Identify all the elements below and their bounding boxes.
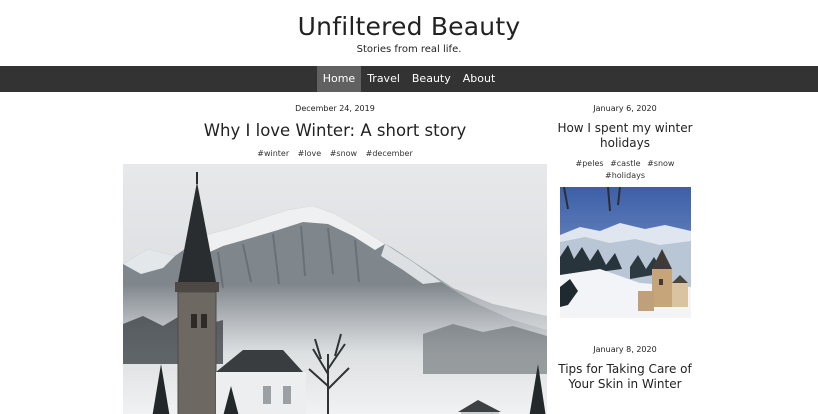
tag-love[interactable]: #love xyxy=(298,149,321,158)
nav-item-home[interactable]: Home xyxy=(316,66,362,92)
tag-peles[interactable]: #peles xyxy=(576,159,604,168)
tag-snow[interactable]: #snow xyxy=(330,149,357,158)
side-post: January 6, 2020 How I spent my winter ho… xyxy=(555,104,695,318)
main-navbar: Home Travel Beauty About xyxy=(0,66,818,92)
tag-winter[interactable]: #winter xyxy=(257,149,289,158)
tag-holidays[interactable]: #holidays xyxy=(605,171,645,180)
post-title[interactable]: Why I love Winter: A short story xyxy=(123,120,547,142)
main-post: December 24, 2019 Why I love Winter: A s… xyxy=(123,92,547,414)
side-post-title[interactable]: How I spent my winter holidays xyxy=(555,121,695,151)
site-header: Unfiltered Beauty Stories from real life… xyxy=(0,0,818,66)
side-post-tags: #peles #castle #snow #holidays xyxy=(555,158,695,182)
tag-snow[interactable]: #snow xyxy=(647,159,674,168)
snowy-castle-photo[interactable] xyxy=(559,187,691,318)
nav-item-beauty[interactable]: Beauty xyxy=(406,66,457,92)
winter-church-photo[interactable] xyxy=(123,164,547,414)
tag-castle[interactable]: #castle xyxy=(610,159,640,168)
site-title[interactable]: Unfiltered Beauty xyxy=(0,11,818,42)
nav-item-travel[interactable]: Travel xyxy=(361,66,406,92)
side-post-date: January 8, 2020 xyxy=(593,345,657,354)
content-area: December 24, 2019 Why I love Winter: A s… xyxy=(0,92,818,414)
post-tags: #winter #love #snow #december xyxy=(123,148,547,159)
tag-december[interactable]: #december xyxy=(366,149,413,158)
side-post-title[interactable]: Tips for Taking Care of Your Skin in Win… xyxy=(555,362,695,392)
side-post: January 8, 2020 Tips for Taking Care of … xyxy=(555,345,695,392)
post-date: December 24, 2019 xyxy=(295,104,375,113)
side-post-date: January 6, 2020 xyxy=(593,104,657,113)
sidebar-posts: January 6, 2020 How I spent my winter ho… xyxy=(555,92,695,392)
nav-item-about[interactable]: About xyxy=(457,66,502,92)
site-tagline: Stories from real life. xyxy=(356,44,462,55)
